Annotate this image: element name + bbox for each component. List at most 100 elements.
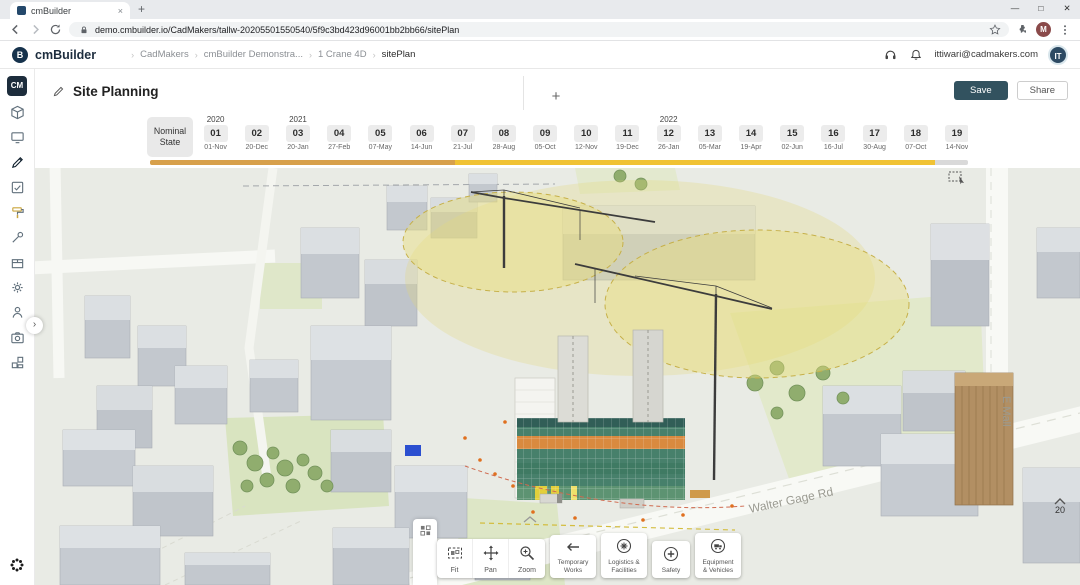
timeline-keyframe-number[interactable]: 03 xyxy=(286,125,310,142)
cmbuilder-logo-icon[interactable]: B xyxy=(12,47,28,63)
collapsed-side-panel[interactable] xyxy=(413,519,437,585)
url-bar[interactable]: demo.cmbuilder.io/CadMakers/tallw-202055… xyxy=(69,22,1009,37)
support-headset-icon[interactable] xyxy=(882,47,898,63)
timeline-strip: Nominal State 20200101-Nov0220-Dec202103… xyxy=(35,113,1080,168)
timber-building[interactable] xyxy=(955,373,1013,505)
timeline-keyframe-number[interactable]: 15 xyxy=(780,125,804,142)
window-minimize-button[interactable]: — xyxy=(1002,0,1028,16)
timeline-keyframe[interactable]: 1730-Aug xyxy=(854,115,895,163)
cm-logo-badge[interactable]: CM xyxy=(7,76,27,96)
blocks-tool-icon[interactable] xyxy=(8,353,26,371)
new-tab-button[interactable]: + xyxy=(138,0,145,19)
breadcrumb-item[interactable]: cmBuilder Demonstra... xyxy=(204,49,303,60)
timeline-keyframe-number[interactable]: 10 xyxy=(574,125,598,142)
timeline-keyframe-number[interactable]: 14 xyxy=(739,125,763,142)
edit-tool-icon[interactable] xyxy=(8,153,26,171)
tab-close-icon[interactable]: × xyxy=(118,6,123,16)
cmbuilder-logo-text[interactable]: cmBuilder xyxy=(35,48,96,62)
timeline-keyframe[interactable]: 1119-Dec xyxy=(607,115,648,163)
timeline-keyframe[interactable]: 19 14-Nov xyxy=(936,115,968,163)
timeline-keyframe[interactable]: 1502-Jun xyxy=(772,115,813,163)
back-icon[interactable] xyxy=(9,23,22,36)
viewport-canvas[interactable]: Walter Gage Rd E Mall 20 xyxy=(35,168,1080,585)
timeline-keyframe[interactable]: 1616-Jul xyxy=(813,115,854,163)
timeline-keyframe-number[interactable]: 11 xyxy=(615,125,639,142)
toolbar-collapse-chevron-icon[interactable] xyxy=(523,511,537,526)
paint-tool-icon[interactable] xyxy=(8,203,26,221)
timeline-keyframe-number[interactable]: 02 xyxy=(245,125,269,142)
timeline-keyframe[interactable]: 1012-Nov xyxy=(566,115,607,163)
timeline-keyframe-number[interactable]: 01 xyxy=(204,125,228,142)
breadcrumb-item[interactable]: 1 Crane 4D xyxy=(318,49,367,60)
logistics-facilities-button[interactable]: Logistics & Facilities xyxy=(601,533,647,578)
timeline-keyframe-number[interactable]: 06 xyxy=(410,125,434,142)
timeline-keyframe[interactable]: 1305-Mar xyxy=(689,115,730,163)
safety-button[interactable]: Safety xyxy=(652,541,690,578)
timeline-keyframe-number[interactable]: 18 xyxy=(904,125,928,142)
browser-profile-avatar[interactable]: M xyxy=(1036,22,1051,37)
timeline-keyframe[interactable]: 0220-Dec xyxy=(236,115,277,163)
timeline-keyframe-number[interactable]: 12 xyxy=(657,125,681,142)
markup-tool-icon[interactable] xyxy=(8,178,26,196)
add-keyframe-button[interactable]: + xyxy=(547,88,565,106)
fit-button[interactable]: Fit xyxy=(437,539,473,578)
views-tool-icon[interactable] xyxy=(8,128,26,146)
timeline-items: 20200101-Nov0220-Dec20210320-Jan0427-Feb… xyxy=(195,115,968,163)
site-3d-scene[interactable]: Walter Gage Rd E Mall xyxy=(35,168,1080,585)
breadcrumb-item[interactable]: CadMakers xyxy=(140,49,189,60)
zoom-level-up-chevron-icon[interactable] xyxy=(1054,493,1066,503)
save-button[interactable]: Save xyxy=(954,81,1008,100)
user-avatar[interactable]: IT xyxy=(1048,45,1068,65)
timeline-keyframe-date: 14-Nov xyxy=(936,144,968,151)
timeline-keyframe-number[interactable]: 17 xyxy=(863,125,887,142)
temporary-works-button[interactable]: Temporary Works xyxy=(550,535,596,578)
forward-icon[interactable] xyxy=(29,23,42,36)
share-button[interactable]: Share xyxy=(1017,81,1068,100)
safety-label: Safety xyxy=(662,567,680,575)
timeline-keyframe-number[interactable]: 19 xyxy=(945,125,968,142)
timeline-keyframe[interactable]: 20210320-Jan xyxy=(277,115,318,163)
pan-button[interactable]: Pan xyxy=(473,539,509,578)
timeline-keyframe[interactable]: 0507-May xyxy=(360,115,401,163)
pipette-tool-icon[interactable] xyxy=(8,228,26,246)
timeline-keyframe[interactable]: 0721-Jul xyxy=(442,115,483,163)
timeline-keyframe[interactable]: 0905-Oct xyxy=(525,115,566,163)
timeline-keyframe[interactable]: 20221226-Jan xyxy=(648,115,689,163)
edit-title-pencil-icon[interactable] xyxy=(50,83,66,99)
timeline-keyframe[interactable]: 0614-Jun xyxy=(401,115,442,163)
timeline-keyframe[interactable]: 1807-Oct xyxy=(895,115,936,163)
breadcrumb-item[interactable]: sitePlan xyxy=(382,49,416,60)
timeline-keyframe-number[interactable]: 04 xyxy=(327,125,351,142)
timeline-keyframe-number[interactable]: 16 xyxy=(821,125,845,142)
nominal-state-button[interactable]: Nominal State xyxy=(147,117,193,157)
region-select-icon[interactable] xyxy=(947,170,967,186)
window-close-button[interactable]: ✕ xyxy=(1054,0,1080,16)
timeline-keyframe-number[interactable]: 09 xyxy=(533,125,557,142)
package-tool-icon[interactable] xyxy=(8,253,26,271)
timeline-keyframe[interactable]: 0828-Aug xyxy=(483,115,524,163)
equipment-vehicles-button[interactable]: Equipment & Vehicles xyxy=(695,533,741,578)
browser-tab[interactable]: cmBuilder × xyxy=(10,2,130,19)
zoom-level-control: 20 xyxy=(1054,493,1066,515)
timeline-keyframe-number[interactable]: 08 xyxy=(492,125,516,142)
timeline-keyframe-number[interactable]: 07 xyxy=(451,125,475,142)
browser-menu-kebab-icon[interactable] xyxy=(1058,23,1071,36)
timeline-keyframe[interactable]: 0427-Feb xyxy=(319,115,360,163)
zoom-button[interactable]: Zoom xyxy=(509,539,545,578)
timeline-keyframe-number[interactable]: 13 xyxy=(698,125,722,142)
notifications-bell-icon[interactable] xyxy=(908,47,924,63)
refresh-icon[interactable] xyxy=(49,23,62,36)
timeline-keyframe[interactable]: 1419-Apr xyxy=(730,115,771,163)
progress-elapsed-segment xyxy=(150,160,455,165)
expand-panel-button[interactable]: › xyxy=(26,317,43,334)
person-tool-icon[interactable] xyxy=(8,303,26,321)
timeline-keyframe-number[interactable]: 05 xyxy=(368,125,392,142)
timeline-keyframe[interactable]: 20200101-Nov xyxy=(195,115,236,163)
timeline-progress-bar[interactable] xyxy=(150,160,968,165)
window-maximize-button[interactable]: □ xyxy=(1028,0,1054,16)
snapshot-tool-icon[interactable] xyxy=(8,328,26,346)
model-tool-icon[interactable] xyxy=(8,103,26,121)
bookmark-star-icon[interactable] xyxy=(988,23,1001,36)
extensions-puzzle-icon[interactable] xyxy=(1016,23,1029,36)
gear-tool-icon[interactable] xyxy=(8,278,26,296)
